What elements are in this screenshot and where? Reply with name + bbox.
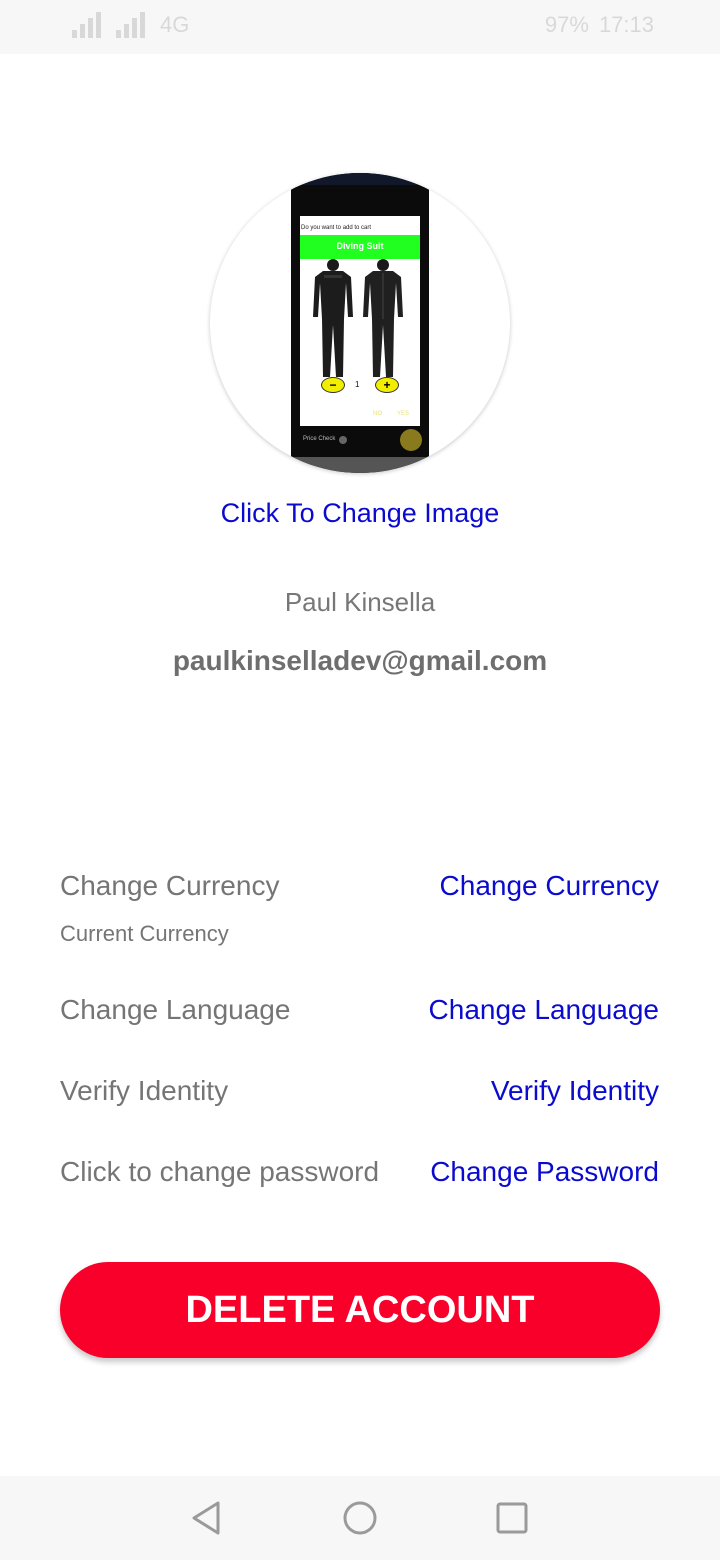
change-language-link[interactable]: Change Language [429,994,659,1026]
signal-icon-2 [116,12,150,38]
network-type: 4G [160,12,190,37]
user-email: paulkinselladev@gmail.com [172,645,548,676]
back-icon[interactable] [186,1498,226,1538]
change-image-link[interactable]: Click To Change Image [0,498,720,529]
preview-price-check: Price Check [303,436,336,442]
battery-level: 97% [544,12,589,37]
home-icon[interactable] [340,1498,380,1538]
diving-suit-front-icon [313,259,353,377]
user-name: Paul Kinsella [284,587,436,617]
preview-prompt: Do you want to add to cart [301,225,372,231]
preview-plus-icon: + [375,377,399,393]
recents-icon[interactable] [492,1498,532,1538]
verify-identity-link[interactable]: Verify Identity [491,1075,659,1107]
status-left-icons: 4G [72,12,189,38]
profile-image-content: Do you want to add to cart Diving Suit −… [291,173,429,473]
profile-image[interactable]: Do you want to add to cart Diving Suit −… [210,173,510,473]
delete-account-button[interactable]: DELETE ACCOUNT [60,1262,660,1358]
preview-quantity: 1 [355,380,360,389]
current-currency-label: Current Currency [60,921,229,946]
status-right-icons: 97% 17:13 [545,12,654,38]
preview-minus-icon: − [321,377,345,393]
preview-yes: YES [397,411,410,417]
change-password-link[interactable]: Change Password [430,1156,659,1188]
preview-fab-icon [400,429,422,451]
change-currency-label: Change Currency [60,870,280,901]
navigation-bar [0,1476,720,1560]
status-bar: 4G 97% 17:13 [0,0,720,54]
verify-identity-label: Verify Identity [60,1075,229,1106]
preview-product-name: Diving Suit [336,241,384,251]
preview-no: NO [373,411,382,417]
preview-toolbar [291,185,429,215]
preview-toggle-icon [339,436,347,444]
preview-nav-bar [291,457,429,473]
change-password-label: Click to change password [60,1156,380,1187]
clock: 17:13 [598,12,654,37]
change-currency-link[interactable]: Change Currency [440,870,659,902]
change-language-label: Change Language [60,994,291,1025]
signal-icon [72,12,106,38]
diving-suit-back-icon [363,259,403,377]
